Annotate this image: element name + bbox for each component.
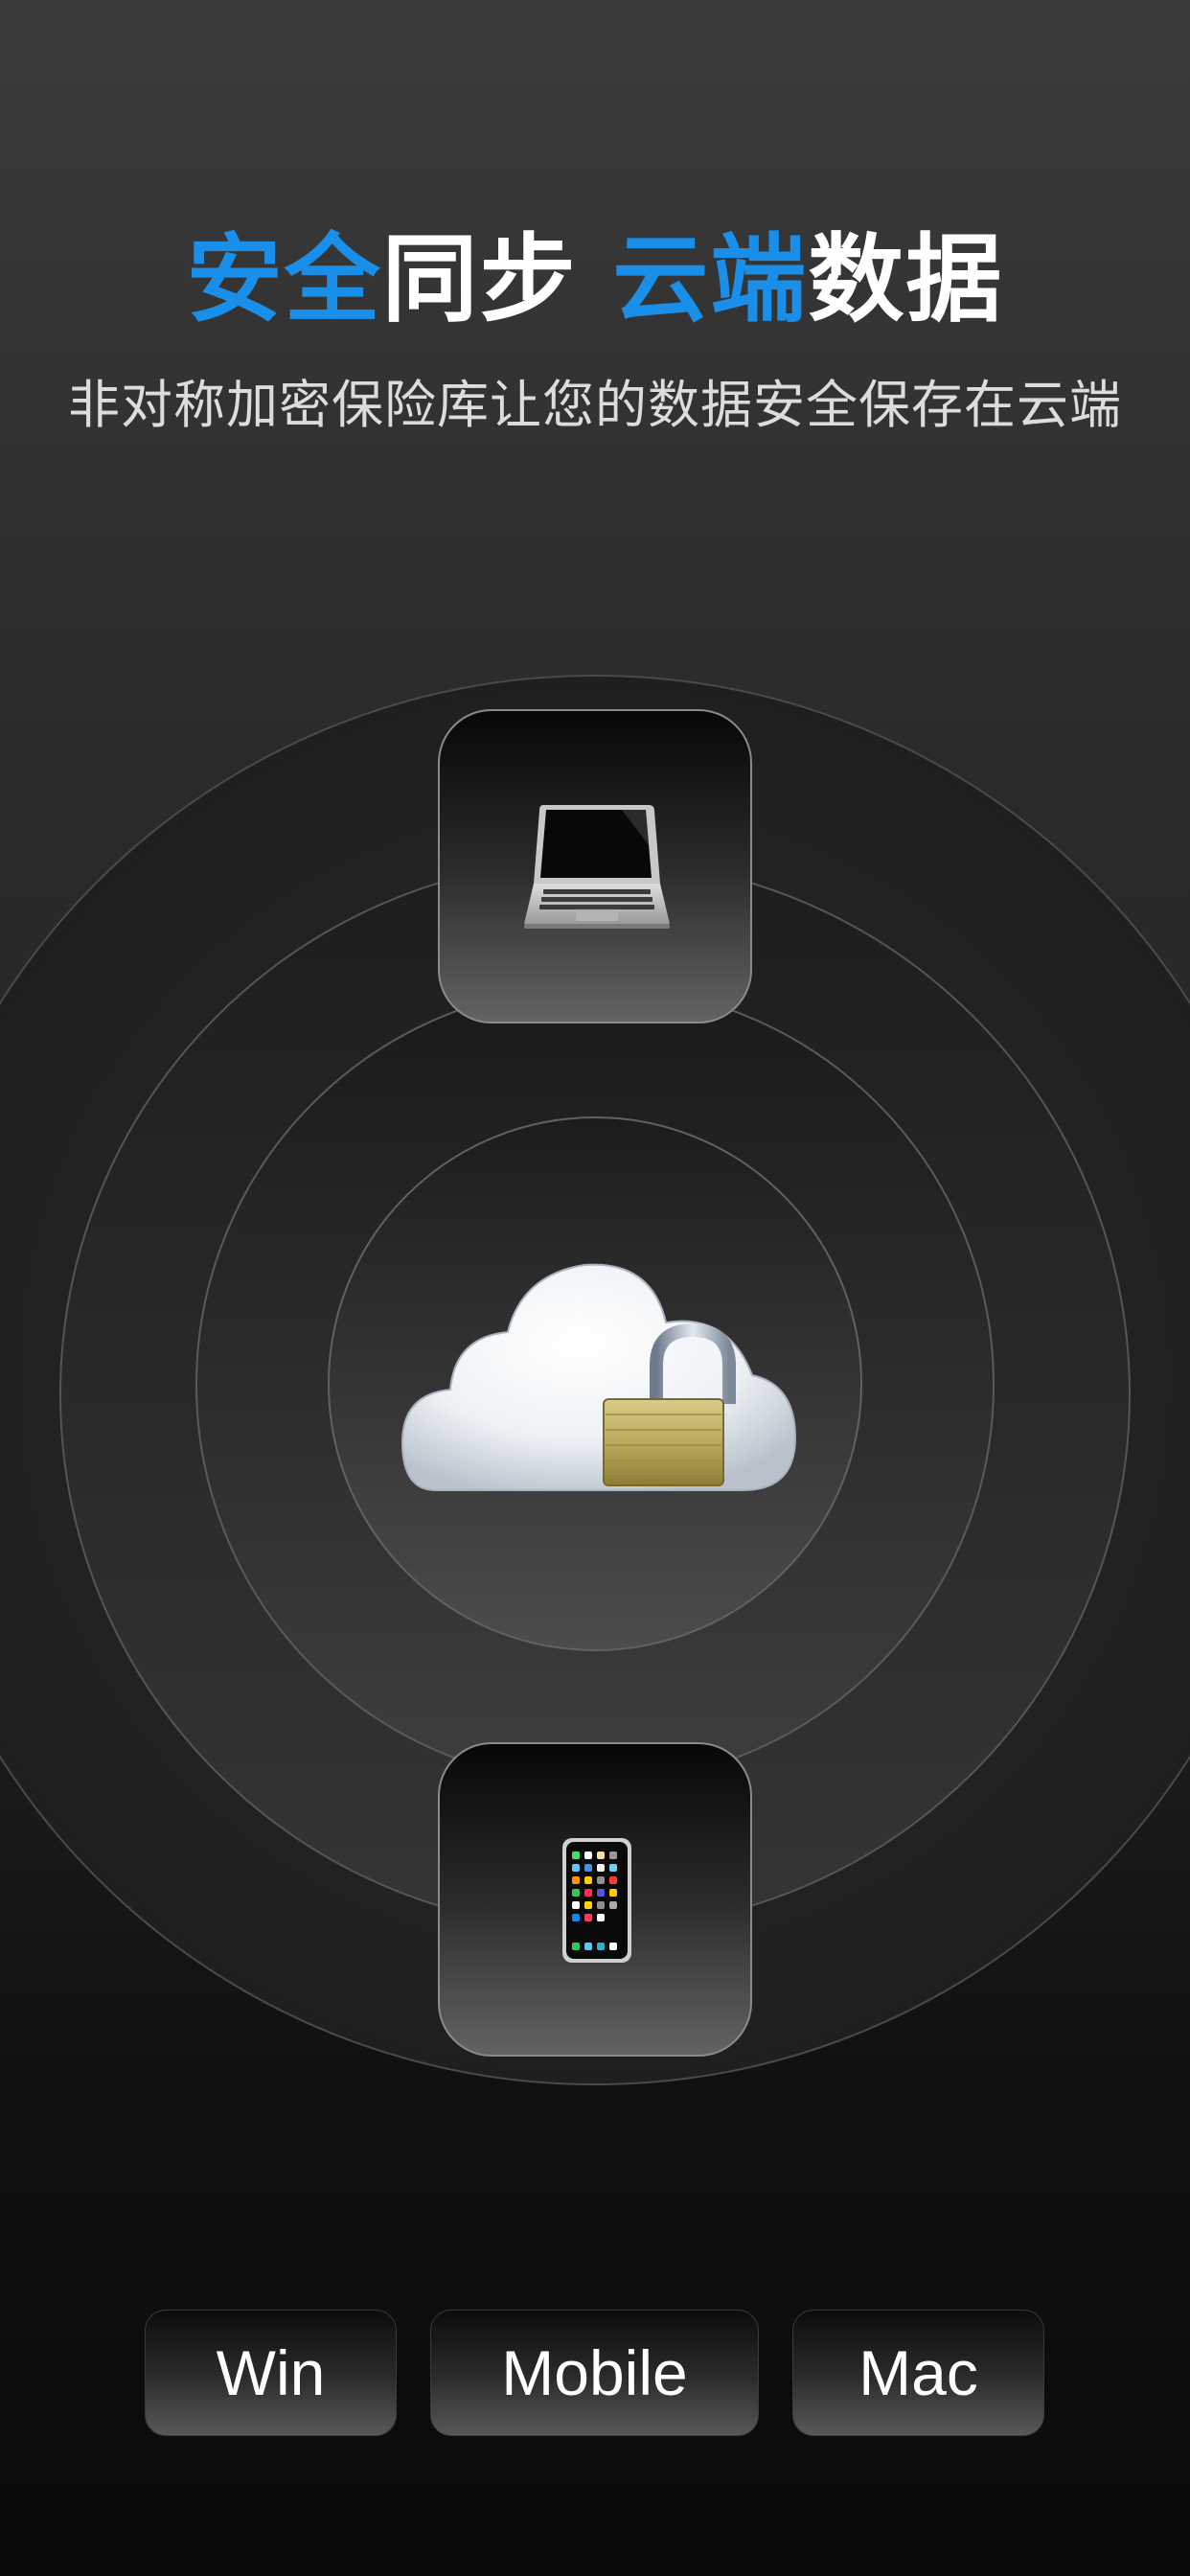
mobile-phone-icon xyxy=(562,1838,631,1963)
phone-tile xyxy=(438,1742,752,2057)
laptop-icon xyxy=(524,805,670,929)
platform-mac-button[interactable]: Mac xyxy=(792,2310,1044,2436)
platform-mobile-button[interactable]: Mobile xyxy=(430,2310,759,2436)
laptop-tile xyxy=(438,709,752,1024)
platform-win-button[interactable]: Win xyxy=(145,2310,397,2436)
cloud-with-lock-icon xyxy=(400,1263,797,1491)
cloud-lock-illustration xyxy=(398,1217,800,1543)
